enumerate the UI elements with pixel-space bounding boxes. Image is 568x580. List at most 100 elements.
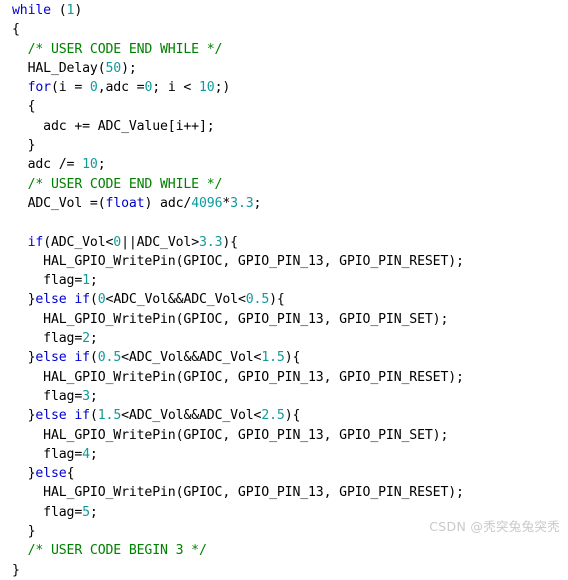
code-line: ADC_Vol =(float) adc/4096*3.3; xyxy=(0,194,568,213)
code-token-kw: if xyxy=(27,234,44,250)
code-token-plain: ) xyxy=(74,3,83,18)
code-line-list: while (1){ /* USER CODE END WHILE */ HAL… xyxy=(0,1,568,580)
code-line: { xyxy=(0,20,568,39)
code-token-cmt: /* USER CODE BEGIN 3 */ xyxy=(27,543,207,559)
code-token-plain: * xyxy=(222,195,231,211)
code-line: flag=1; xyxy=(0,271,568,290)
code-token-plain: HAL_Delay( xyxy=(27,60,106,76)
code-token-num: 0.5 xyxy=(245,292,270,308)
code-line: HAL_GPIO_WritePin(GPIOC, GPIO_PIN_13, GP… xyxy=(0,310,568,329)
code-token-plain: HAL_GPIO_WritePin(GPIOC, GPIO_PIN_13, GP… xyxy=(43,311,449,327)
code-line: }else if(0<ADC_Vol&&ADC_Vol<0.5){ xyxy=(0,290,568,309)
code-token-kw: if xyxy=(74,292,90,308)
code-token-plain: flag= xyxy=(43,504,83,520)
code-token-num: 4096 xyxy=(191,195,223,211)
code-token-plain: { xyxy=(27,99,36,115)
code-token-num: 1.5 xyxy=(97,408,122,424)
code-token-num: 10 xyxy=(82,157,98,173)
code-token-kw: for xyxy=(27,80,52,96)
code-token-cmt: /* USER CODE END WHILE */ xyxy=(27,176,223,192)
code-token-plain: HAL_GPIO_WritePin(GPIOC, GPIO_PIN_13, GP… xyxy=(43,485,464,501)
code-token-plain: ; xyxy=(253,195,262,211)
code-line: HAL_GPIO_WritePin(GPIOC, GPIO_PIN_13, GP… xyxy=(0,368,568,387)
code-token-kw: else xyxy=(35,350,67,366)
code-token-plain: ;) xyxy=(214,80,231,96)
code-token-plain: (ADC_Vol< xyxy=(43,234,114,250)
code-token-plain: <ADC_Vol&&ADC_Vol< xyxy=(121,408,262,424)
code-token-num: 0 xyxy=(97,292,106,308)
code-token-plain: ; xyxy=(89,331,98,347)
code-token-kw: if xyxy=(74,408,90,424)
code-token-num: 0 xyxy=(89,80,98,96)
code-token-num: 50 xyxy=(105,60,122,76)
code-token-num: 2.5 xyxy=(261,408,285,424)
code-token-plain: flag= xyxy=(43,273,83,289)
code-token-num: 10 xyxy=(199,80,215,96)
code-token-plain: } xyxy=(12,562,20,578)
code-token-num: 0 xyxy=(113,234,122,250)
code-line: HAL_GPIO_WritePin(GPIOC, GPIO_PIN_13, GP… xyxy=(0,252,568,271)
code-token-plain: adc /= xyxy=(27,157,83,173)
code-token-plain: adc += ADC_Value[i++]; xyxy=(43,118,215,134)
code-line: if(ADC_Vol<0||ADC_Vol>3.3){ xyxy=(0,233,568,252)
code-token-plain: ADC_Vol =( xyxy=(27,195,106,211)
code-token-plain: ,adc = xyxy=(97,80,145,96)
code-token-kw: else xyxy=(35,408,67,424)
code-token-plain: ){ xyxy=(284,350,301,366)
code-token-plain: (i = xyxy=(50,80,90,96)
code-token-plain: ; xyxy=(89,273,98,289)
code-line: flag=2; xyxy=(0,329,568,348)
code-line: adc += ADC_Value[i++]; xyxy=(0,117,568,136)
code-line: }else{ xyxy=(0,464,568,483)
code-token-plain: ){ xyxy=(284,408,301,424)
code-line: HAL_Delay(50); xyxy=(0,59,568,78)
code-line: HAL_GPIO_WritePin(GPIOC, GPIO_PIN_13, GP… xyxy=(0,426,568,445)
code-token-plain: ); xyxy=(121,60,137,76)
code-token-plain: ){ xyxy=(222,234,238,250)
code-token-plain: ; xyxy=(89,504,98,520)
code-token-num: 3.3 xyxy=(230,195,254,211)
code-token-kw: float xyxy=(105,195,145,211)
code-line: { xyxy=(0,97,568,116)
code-token-kw: else xyxy=(35,292,67,308)
code-token-cmt: /* USER CODE END WHILE */ xyxy=(27,41,223,57)
code-line: flag=3; xyxy=(0,387,568,406)
code-line: }else if(1.5<ADC_Vol&&ADC_Vol<2.5){ xyxy=(0,406,568,425)
code-token-plain: flag= xyxy=(43,446,83,462)
code-viewer[interactable]: while (1){ /* USER CODE END WHILE */ HAL… xyxy=(0,1,568,578)
code-line: for(i = 0,adc =0; i < 10;) xyxy=(0,78,568,97)
code-token-plain: } xyxy=(27,524,36,540)
code-line: /* USER CODE BEGIN 3 */ xyxy=(0,541,568,560)
code-line: } xyxy=(0,136,568,155)
code-token-plain: ; xyxy=(89,388,98,404)
code-token-plain: ){ xyxy=(269,292,285,308)
code-token-num: 4 xyxy=(82,446,90,462)
code-token-plain: ; i < xyxy=(152,80,200,96)
code-token-plain: } xyxy=(27,138,36,154)
code-line: /* USER CODE END WHILE */ xyxy=(0,175,568,194)
code-token-kw: else xyxy=(35,466,67,482)
code-token-plain: ( xyxy=(89,292,98,308)
code-token-plain: ( xyxy=(89,350,98,366)
code-line: HAL_GPIO_WritePin(GPIOC, GPIO_PIN_13, GP… xyxy=(0,483,568,502)
code-token-plain: flag= xyxy=(43,388,83,404)
code-token-plain: { xyxy=(66,466,75,482)
code-token-plain: HAL_GPIO_WritePin(GPIOC, GPIO_PIN_13, GP… xyxy=(43,253,464,269)
code-token-plain: ( xyxy=(89,408,98,424)
code-line: adc /= 10; xyxy=(0,155,568,174)
code-token-plain: ( xyxy=(50,3,67,18)
csdn-watermark: CSDN @秃突兔兔突秃 xyxy=(429,519,560,534)
code-token-num: 1.5 xyxy=(261,350,285,366)
code-token-plain: ||ADC_Vol> xyxy=(121,234,199,250)
code-token-plain: flag= xyxy=(43,331,83,347)
code-token-num: 1 xyxy=(82,273,90,289)
code-line: } xyxy=(0,561,568,580)
code-token-plain: <ADC_Vol&&ADC_Vol< xyxy=(121,350,262,366)
code-token-num: 2 xyxy=(82,331,90,347)
code-token-plain: ; xyxy=(89,446,98,462)
code-token-num: 3 xyxy=(82,388,90,404)
code-line: flag=4; xyxy=(0,445,568,464)
code-token-plain: ) adc/ xyxy=(144,195,192,211)
code-token-plain: HAL_GPIO_WritePin(GPIOC, GPIO_PIN_13, GP… xyxy=(43,369,464,385)
